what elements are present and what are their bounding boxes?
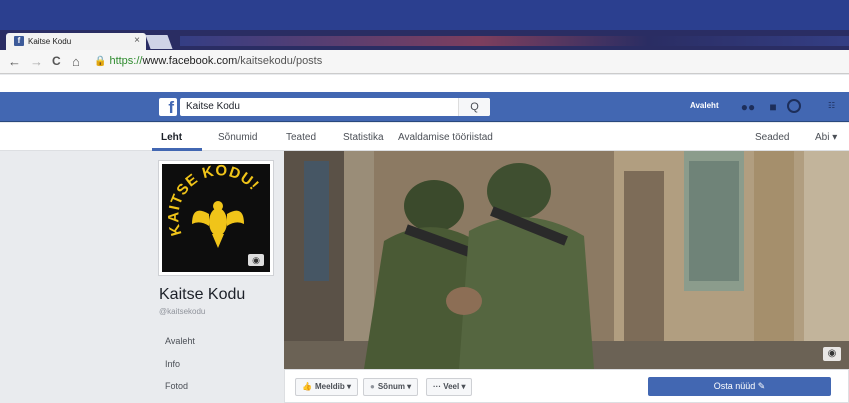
- new-tab-button[interactable]: [145, 35, 173, 49]
- thumbs-up-icon: 👍: [302, 382, 312, 391]
- buy-now-button[interactable]: Osta nüüd ✎: [648, 377, 831, 396]
- message-icon: ●: [370, 382, 375, 391]
- toolbar-gap: [0, 75, 849, 92]
- url-host: www.facebook.com: [142, 55, 238, 67]
- messages-icon[interactable]: ■: [765, 99, 781, 115]
- tab-statistika[interactable]: Statistika: [343, 132, 384, 143]
- reload-icon[interactable]: C: [52, 54, 61, 68]
- like-label: Meeldib ▾: [314, 382, 351, 391]
- back-icon[interactable]: ←: [8, 54, 21, 69]
- sidebar-item-info[interactable]: Info: [165, 359, 180, 369]
- url-scheme: https://: [109, 55, 143, 67]
- cover-camera-icon[interactable]: ◉: [823, 347, 841, 361]
- page-content: KAITSE KODU! ◉ Kaitse Kodu @kaitsekodu A…: [0, 151, 849, 403]
- browser-toolbar: ← → C ⌂ 🔒 https://www.facebook.com/kaitse…: [0, 50, 849, 74]
- screen: f Kaitse Kodu × ← → C ⌂ 🔒 https://www.fac…: [0, 0, 849, 403]
- tab-abi[interactable]: Abi ▾: [815, 132, 837, 143]
- tab-title: Kaitse Kodu: [28, 37, 72, 46]
- facebook-favicon-icon: f: [14, 36, 24, 46]
- forward-icon[interactable]: →: [30, 54, 43, 69]
- cover-photo-image: [284, 151, 849, 369]
- message-button[interactable]: ● Sõnum ▾: [363, 378, 419, 396]
- close-tab-icon[interactable]: ×: [134, 35, 140, 46]
- tab-avaldamise-toeoriistad[interactable]: Avaldamise tööriistad: [398, 132, 493, 143]
- tab-teated[interactable]: Teated: [286, 132, 316, 143]
- address-bar[interactable]: 🔒 https://www.facebook.com/kaitsekodu/pos…: [94, 53, 834, 71]
- window-top-bar: [0, 0, 849, 30]
- quick-help-icon[interactable]: ☷: [828, 101, 835, 110]
- search-button[interactable]: Q: [458, 98, 490, 116]
- page-handle[interactable]: @kaitsekodu: [159, 307, 205, 316]
- cover-photo[interactable]: ◉: [284, 151, 849, 369]
- tab-seaded[interactable]: Seaded: [755, 132, 789, 143]
- sidebar-item-avaleht[interactable]: Avaleht: [165, 336, 195, 346]
- notifications-icon[interactable]: [787, 99, 801, 113]
- search-input[interactable]: Kaitse Kodu: [180, 98, 490, 116]
- profile-camera-icon[interactable]: ◉: [248, 254, 264, 266]
- more-button[interactable]: ··· Veel ▾: [426, 378, 473, 396]
- facebook-top-bar: f Kaitse Kodu Q Avaleht ●● ■ ☷: [0, 92, 849, 122]
- tabstrip-decoration: [180, 36, 849, 46]
- like-button[interactable]: 👍 Meeldib ▾: [295, 378, 358, 396]
- profile-picture[interactable]: KAITSE KODU! ◉: [158, 160, 274, 276]
- profile-logo: KAITSE KODU! ◉: [162, 164, 270, 272]
- url-path: /kaitsekodu/posts: [237, 55, 323, 67]
- tab-leht[interactable]: Leht: [161, 132, 182, 143]
- home-icon[interactable]: ⌂: [72, 54, 80, 69]
- tab-strip: f Kaitse Kodu ×: [0, 30, 849, 50]
- lock-icon: 🔒: [94, 56, 107, 67]
- message-label: Sõnum ▾: [377, 382, 412, 391]
- sidebar-item-fotod[interactable]: Fotod: [165, 381, 188, 391]
- page-title: Kaitse Kodu: [159, 286, 246, 303]
- page-tabs: Leht Sõnumid Teated Statistika Avaldamis…: [0, 123, 849, 151]
- friend-requests-icon[interactable]: ●●: [740, 99, 756, 115]
- page-action-bar: 👍 Meeldib ▾ ● Sõnum ▾ ··· Veel ▾ Osta nüüd…: [284, 369, 849, 403]
- facebook-logo-icon[interactable]: f: [159, 98, 177, 117]
- tab-sonumid[interactable]: Sõnumid: [218, 132, 257, 143]
- browser-tab[interactable]: f Kaitse Kodu ×: [6, 33, 146, 50]
- home-link[interactable]: Avaleht: [690, 101, 719, 110]
